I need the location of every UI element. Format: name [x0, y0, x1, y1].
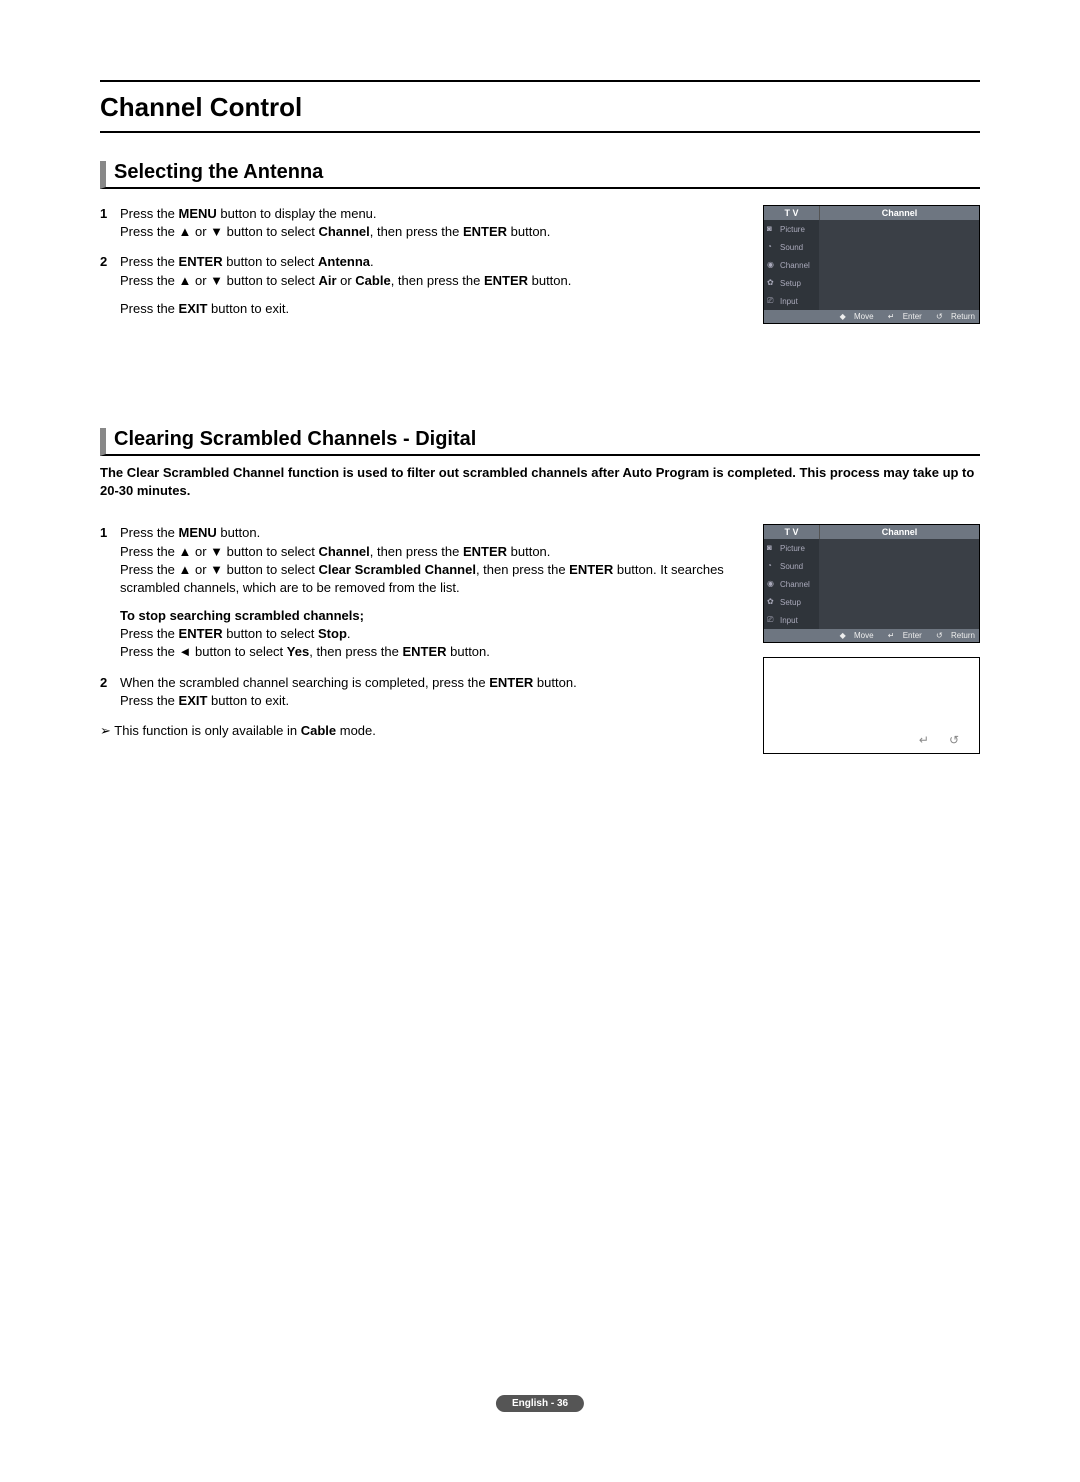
- step-number: 1: [100, 524, 110, 661]
- osd-side-icon: ✿: [767, 278, 777, 288]
- osd-side-item[interactable]: ◔Sound: [764, 238, 819, 256]
- step: 2When the scrambled channel searching is…: [100, 674, 739, 710]
- osd-container-1: T V Channel ◙Picture◔Sound◉Channel✿Setup…: [763, 205, 980, 330]
- step: 1Press the MENU button.Press the ▲ or ▼ …: [100, 524, 739, 661]
- return-hint: ↺ Return: [930, 312, 975, 321]
- osd-title: Channel: [820, 525, 979, 539]
- osd-side-icon: ⎚: [767, 615, 777, 625]
- osd-main: [819, 220, 979, 310]
- chapter-title: Channel Control: [100, 82, 980, 133]
- return-icon: ↺: [949, 733, 959, 747]
- osd-sidebar: ◙Picture◔Sound◉Channel✿Setup⎚Input: [764, 539, 819, 629]
- step: 2Press the ENTER button to select Antenn…: [100, 253, 739, 318]
- osd-side-item[interactable]: ◙Picture: [764, 539, 819, 557]
- osd-footer: ◆ Move ↵ Enter ↺ Return: [764, 310, 979, 323]
- osd-side-icon: ◔: [767, 561, 777, 571]
- dialog-icons: ↵ ↺: [919, 733, 959, 747]
- osd-tv-label: T V: [764, 206, 820, 220]
- osd-side-icon: ◙: [767, 543, 777, 553]
- section2-intro: The Clear Scrambled Channel function is …: [100, 464, 980, 500]
- step: 1Press the MENU button to display the me…: [100, 205, 739, 241]
- osd-side-icon: ◔: [767, 242, 777, 252]
- osd-side-item[interactable]: ◉Channel: [764, 256, 819, 274]
- section-heading-scrambled: Clearing Scrambled Channels - Digital: [100, 428, 980, 456]
- osd-side-icon: ◉: [767, 579, 777, 589]
- page-footer: English - 36: [496, 1395, 584, 1412]
- return-hint: ↺ Return: [930, 631, 975, 640]
- enter-icon: ↵: [919, 733, 929, 747]
- move-hint: ◆ Move: [834, 631, 874, 640]
- osd-side-item[interactable]: ◔Sound: [764, 557, 819, 575]
- osd-footer: ◆ Move ↵ Enter ↺ Return: [764, 629, 979, 642]
- step-number: 2: [100, 674, 110, 710]
- osd-side-item[interactable]: ⎚Input: [764, 292, 819, 310]
- osd-panel-2: T V Channel ◙Picture◔Sound◉Channel✿Setup…: [763, 524, 980, 643]
- osd-side-icon: ◉: [767, 260, 777, 270]
- section1-steps: 1Press the MENU button to display the me…: [100, 205, 739, 330]
- osd-main: [819, 539, 979, 629]
- osd-side-item[interactable]: ✿Setup: [764, 593, 819, 611]
- section1-body: 1Press the MENU button to display the me…: [100, 205, 980, 330]
- osd-sidebar: ◙Picture◔Sound◉Channel✿Setup⎚Input: [764, 220, 819, 310]
- enter-hint: ↵ Enter: [882, 631, 922, 640]
- osd-panel-1: T V Channel ◙Picture◔Sound◉Channel✿Setup…: [763, 205, 980, 324]
- osd-side-item[interactable]: ⎚Input: [764, 611, 819, 629]
- section2-body: 1Press the MENU button.Press the ▲ or ▼ …: [100, 524, 980, 754]
- osd-tv-label: T V: [764, 525, 820, 539]
- step-number: 2: [100, 253, 110, 318]
- osd-side-icon: ◙: [767, 224, 777, 234]
- enter-hint: ↵ Enter: [882, 312, 922, 321]
- osd-title: Channel: [820, 206, 979, 220]
- osd-container-2: T V Channel ◙Picture◔Sound◉Channel✿Setup…: [763, 524, 980, 754]
- note-line: ➢ This function is only available in Cab…: [100, 722, 739, 740]
- osd-side-icon: ✿: [767, 597, 777, 607]
- section2-steps: 1Press the MENU button.Press the ▲ or ▼ …: [100, 524, 739, 754]
- page-frame: Channel Control Selecting the Antenna 1P…: [100, 80, 980, 1362]
- dialog-placeholder: ↵ ↺: [763, 657, 980, 754]
- step-number: 1: [100, 205, 110, 241]
- osd-side-item[interactable]: ◙Picture: [764, 220, 819, 238]
- osd-side-icon: ⎚: [767, 296, 777, 306]
- move-hint: ◆ Move: [834, 312, 874, 321]
- osd-side-item[interactable]: ✿Setup: [764, 274, 819, 292]
- osd-side-item[interactable]: ◉Channel: [764, 575, 819, 593]
- section-heading-antenna: Selecting the Antenna: [100, 161, 980, 189]
